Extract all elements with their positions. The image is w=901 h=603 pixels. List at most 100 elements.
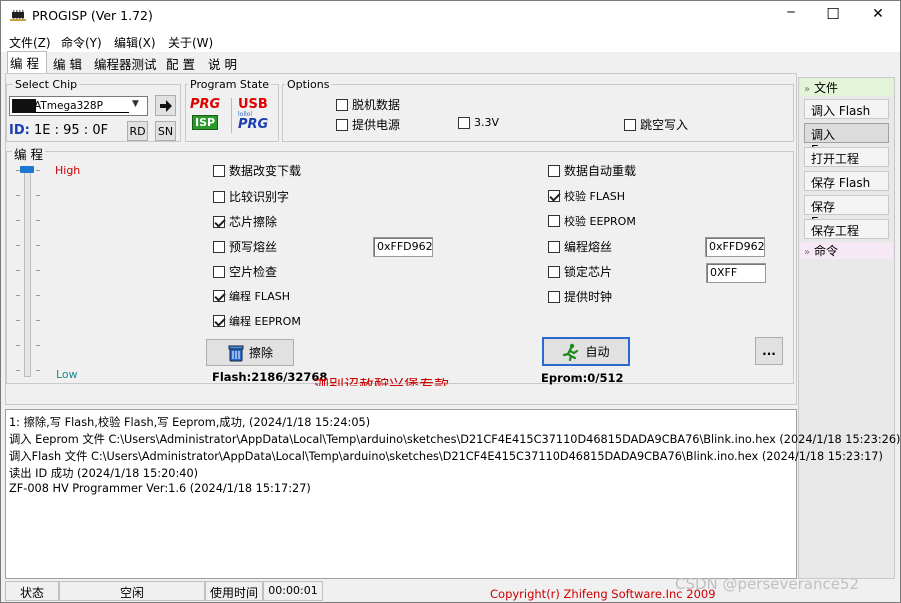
- program-state-title: Program State: [188, 78, 272, 91]
- save-eeprom-button[interactable]: 保存 Eeprom: [804, 195, 889, 229]
- status-label: 状态: [5, 581, 59, 601]
- more-button[interactable]: ...: [755, 337, 783, 365]
- checkbox-box[interactable]: [213, 265, 225, 278]
- chip-select[interactable]: ATmega328P ▼: [9, 96, 148, 116]
- tab-programmer-test[interactable]: 编程器测试: [92, 53, 159, 73]
- arrow-right-button[interactable]: [155, 95, 176, 116]
- time-value: 00:00:01: [263, 581, 323, 601]
- program-fuse-checkbox[interactable]: 编程熔丝: [548, 238, 612, 255]
- menu-command[interactable]: 命令(Y): [61, 34, 102, 51]
- checkbox-box[interactable]: [548, 265, 560, 278]
- checkbox-box[interactable]: [336, 118, 348, 131]
- menu-file[interactable]: 文件(Z): [9, 34, 51, 51]
- skip-blank-checkbox[interactable]: 跳空写入: [624, 116, 688, 133]
- arrow-right-icon: [159, 99, 172, 112]
- tab-help[interactable]: 说 明: [206, 53, 239, 73]
- sidebar-file-header[interactable]: » 文件: [800, 78, 893, 96]
- csdn-watermark: CSDN @perseverance52: [675, 575, 860, 593]
- auto-button-label: 自动: [585, 345, 610, 359]
- slider-thumb[interactable]: [20, 166, 34, 173]
- program-title: 编 程: [12, 144, 45, 163]
- minimize-button[interactable]: ─: [781, 5, 801, 19]
- supply-clock-checkbox[interactable]: 提供时钟: [548, 288, 612, 305]
- checkbox-box[interactable]: [548, 164, 560, 177]
- options-title: Options: [285, 78, 332, 91]
- save-project-button[interactable]: 保存工程: [804, 219, 889, 239]
- id-value: 1E : 95 : 0F: [34, 123, 109, 138]
- checkbox-box[interactable]: [548, 240, 560, 253]
- window-title: PROGISP (Ver 1.72): [32, 8, 153, 23]
- app-window: PROGISP (Ver 1.72) ─ ☐ ✕ 文件(Z) 命令(Y) 编辑(…: [0, 0, 901, 603]
- verify-flash-checkbox[interactable]: 校验 FLASH: [548, 188, 625, 204]
- auto-reload-checkbox[interactable]: 数据自动重载: [548, 162, 636, 179]
- erase-button[interactable]: 擦除: [206, 339, 294, 366]
- log-line: 调入 Eeprom 文件 C:\Users\Administrator\AppD…: [9, 433, 901, 446]
- chevron-down-icon[interactable]: ▼: [132, 99, 139, 109]
- log-line: 1: 擦除,写 Flash,校验 Flash,写 Eeprom,成功, (202…: [9, 416, 371, 429]
- erase-button-label: 擦除: [248, 346, 273, 360]
- compare-signature-checkbox[interactable]: 比较识别字: [213, 188, 289, 205]
- program-flash-checkbox[interactable]: 编程 FLASH: [213, 288, 290, 304]
- prewrite-fuse-field[interactable]: 0xFFD962: [373, 237, 433, 257]
- checkbox-box[interactable]: [213, 240, 225, 253]
- log-line: 读出 ID 成功 (2024/1/18 15:20:40): [9, 467, 199, 480]
- slider-track: [24, 169, 31, 377]
- tab-edit[interactable]: 编 辑: [51, 53, 84, 73]
- download-on-change-checkbox[interactable]: 数据改变下载: [213, 162, 301, 179]
- chip-select-value: ATmega328P: [34, 100, 129, 113]
- program-eeprom-checkbox[interactable]: 编程 EEPROM: [213, 313, 301, 329]
- 3v3-checkbox[interactable]: 3.3V: [458, 116, 499, 129]
- load-flash-button[interactable]: 调入 Flash: [804, 99, 889, 119]
- checkbox-box[interactable]: [213, 190, 225, 203]
- offline-data-checkbox[interactable]: 脱机数据: [336, 96, 400, 113]
- program-fuse-field[interactable]: 0xFFD962: [705, 237, 765, 257]
- checkbox-box[interactable]: [213, 315, 225, 327]
- status-value: 空闲: [59, 581, 205, 601]
- checkbox-box[interactable]: [213, 164, 225, 177]
- sn-button[interactable]: SN: [155, 121, 176, 141]
- open-project-button[interactable]: 打开工程: [804, 147, 889, 167]
- maximize-button[interactable]: ☐: [823, 5, 843, 23]
- state-divider: [231, 98, 232, 133]
- trash-icon: [228, 345, 244, 361]
- speed-slider[interactable]: [15, 163, 45, 381]
- checkbox-box[interactable]: [548, 290, 560, 303]
- prg-isp-icon: PRG ISP: [190, 97, 221, 130]
- supply-power-checkbox[interactable]: 提供电源: [336, 116, 400, 133]
- load-eeprom-button[interactable]: 调入 Eeprom: [804, 123, 889, 157]
- menu-bar: 文件(Z) 命令(Y) 编辑(X) 关于(W): [1, 32, 900, 52]
- options-group: [282, 84, 794, 142]
- double-chevron-icon: »: [804, 84, 811, 95]
- checkbox-box[interactable]: [213, 215, 225, 228]
- menu-edit[interactable]: 编辑(X): [114, 34, 156, 51]
- verify-eeprom-checkbox[interactable]: 校验 EEPROM: [548, 213, 636, 229]
- double-chevron-icon: »: [804, 247, 811, 258]
- auto-button[interactable]: 自动: [542, 337, 630, 366]
- slider-high-label: High: [55, 164, 81, 177]
- checkbox-box[interactable]: [548, 215, 560, 227]
- lock-chip-checkbox[interactable]: 锁定芯片: [548, 263, 612, 280]
- checkbox-box[interactable]: [458, 116, 470, 129]
- log-line: 调入Flash 文件 C:\Users\Administrator\AppDat…: [9, 450, 883, 463]
- tab-config[interactable]: 配 置: [164, 53, 197, 73]
- tab-program[interactable]: 编 程: [7, 51, 47, 73]
- eprom-info: Eprom:0/512: [541, 371, 624, 385]
- chip-erase-checkbox[interactable]: 芯片擦除: [213, 213, 277, 230]
- checkbox-box[interactable]: [336, 98, 348, 111]
- checkbox-box[interactable]: [213, 290, 225, 302]
- checkbox-box[interactable]: [624, 118, 636, 131]
- sidebar-command-header[interactable]: » 命令: [800, 242, 893, 259]
- checkbox-box[interactable]: [548, 190, 560, 202]
- save-flash-button[interactable]: 保存 Flash: [804, 171, 889, 191]
- red-watermark-text: 迦别诏赦酧兴煲专款: [314, 378, 449, 386]
- menu-about[interactable]: 关于(W): [168, 34, 213, 51]
- app-chip-icon: [10, 10, 26, 21]
- blank-check-checkbox[interactable]: 空片检查: [213, 263, 277, 280]
- flash-info: Flash:2186/32768: [212, 370, 328, 384]
- slider-low-label: Low: [56, 368, 78, 381]
- rd-button[interactable]: RD: [127, 121, 148, 141]
- close-button[interactable]: ✕: [868, 6, 888, 22]
- prewrite-fuse-checkbox[interactable]: 预写熔丝: [213, 238, 277, 255]
- usb-prg-icon: USB lollol PRG: [238, 97, 269, 132]
- lock-bits-field[interactable]: 0XFF: [706, 263, 766, 283]
